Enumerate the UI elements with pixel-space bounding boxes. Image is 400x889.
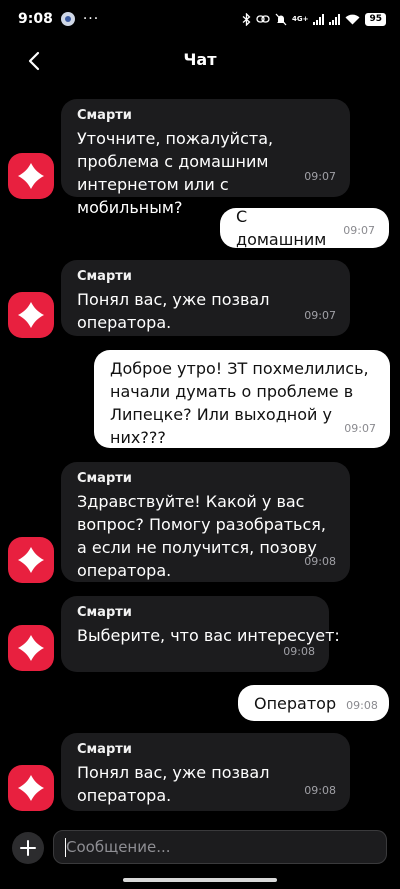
message-time: 09:07 [344,422,376,435]
message-time: 09:07 [343,224,375,237]
smarti-logo-icon [18,302,44,328]
message-text: Доброе утро! ЗТ похмелились, начали дума… [110,359,369,447]
bot-avatar [8,625,54,671]
message-sender: Смарти [77,108,132,123]
message-text: Понял вас, уже позвал оператора. [77,763,270,805]
plus-icon [20,840,36,856]
user-message: Доброе утро! ЗТ похмелились, начали дума… [94,350,390,448]
message-input[interactable] [53,830,387,864]
page-title: Чат [183,50,217,69]
more-notifications-icon: ··· [82,11,100,27]
bot-message: Смарти Здравствуйте! Какой у вас вопрос?… [61,462,350,582]
status-left: 9:08 ··· [18,11,99,27]
smarti-logo-icon [18,775,44,801]
bot-avatar [8,292,54,338]
notification-icon [60,12,75,26]
signal-2-icon [329,13,341,25]
bot-message: Смарти Понял вас, уже позвал оператора. … [61,260,350,336]
smarti-logo-icon [18,163,44,189]
message-time: 09:07 [304,170,336,183]
battery-icon: 95 [365,12,386,26]
message-sender: Смарти [77,742,132,757]
bot-message: Смарти Выберите, что вас интересует: 09:… [61,596,340,672]
message-composer [0,826,400,870]
message-text: Понял вас, уже позвал оператора. [77,290,270,332]
wifi-icon [345,14,360,24]
user-message: Оператор 09:08 [238,685,389,721]
status-bar: 9:08 ··· 4G+ 95 [0,0,400,38]
message-sender: Смарти [77,605,132,620]
chat-header: Чат [0,40,400,82]
bot-avatar [8,765,54,811]
message-text: Здравствуйте! Какой у вас вопрос? Помогу… [77,492,326,580]
network-type: 4G+ [291,14,309,23]
bot-message: Смарти Уточните, пожалуйста, проблема с … [61,99,350,217]
add-attachment-button[interactable] [12,832,44,864]
message-time: 09:08 [304,555,336,568]
text-caret [65,838,66,857]
message-text: Оператор [254,693,337,713]
mute-icon [275,13,287,25]
smarti-logo-icon [18,547,44,573]
message-time: 09:08 [346,698,378,712]
user-message: С домашним 09:07 [220,207,389,249]
status-time: 9:08 [18,11,53,27]
signal-icon [313,13,325,25]
bluetooth-icon [242,12,251,26]
bot-message: Смарти Понял вас, уже позвал оператора. … [61,733,350,811]
link-icon [256,15,270,23]
home-indicator[interactable] [123,878,277,882]
status-right: 4G+ 95 [242,12,386,26]
message-time: 09:08 [283,645,315,658]
bot-avatar [8,153,54,199]
message-sender: Смарти [77,471,132,486]
smarti-logo-icon [18,635,44,661]
message-time: 09:07 [304,309,336,322]
bot-avatar [8,537,54,583]
message-sender: Смарти [77,269,132,284]
message-time: 09:08 [304,784,336,797]
message-text: С домашним [236,207,327,249]
